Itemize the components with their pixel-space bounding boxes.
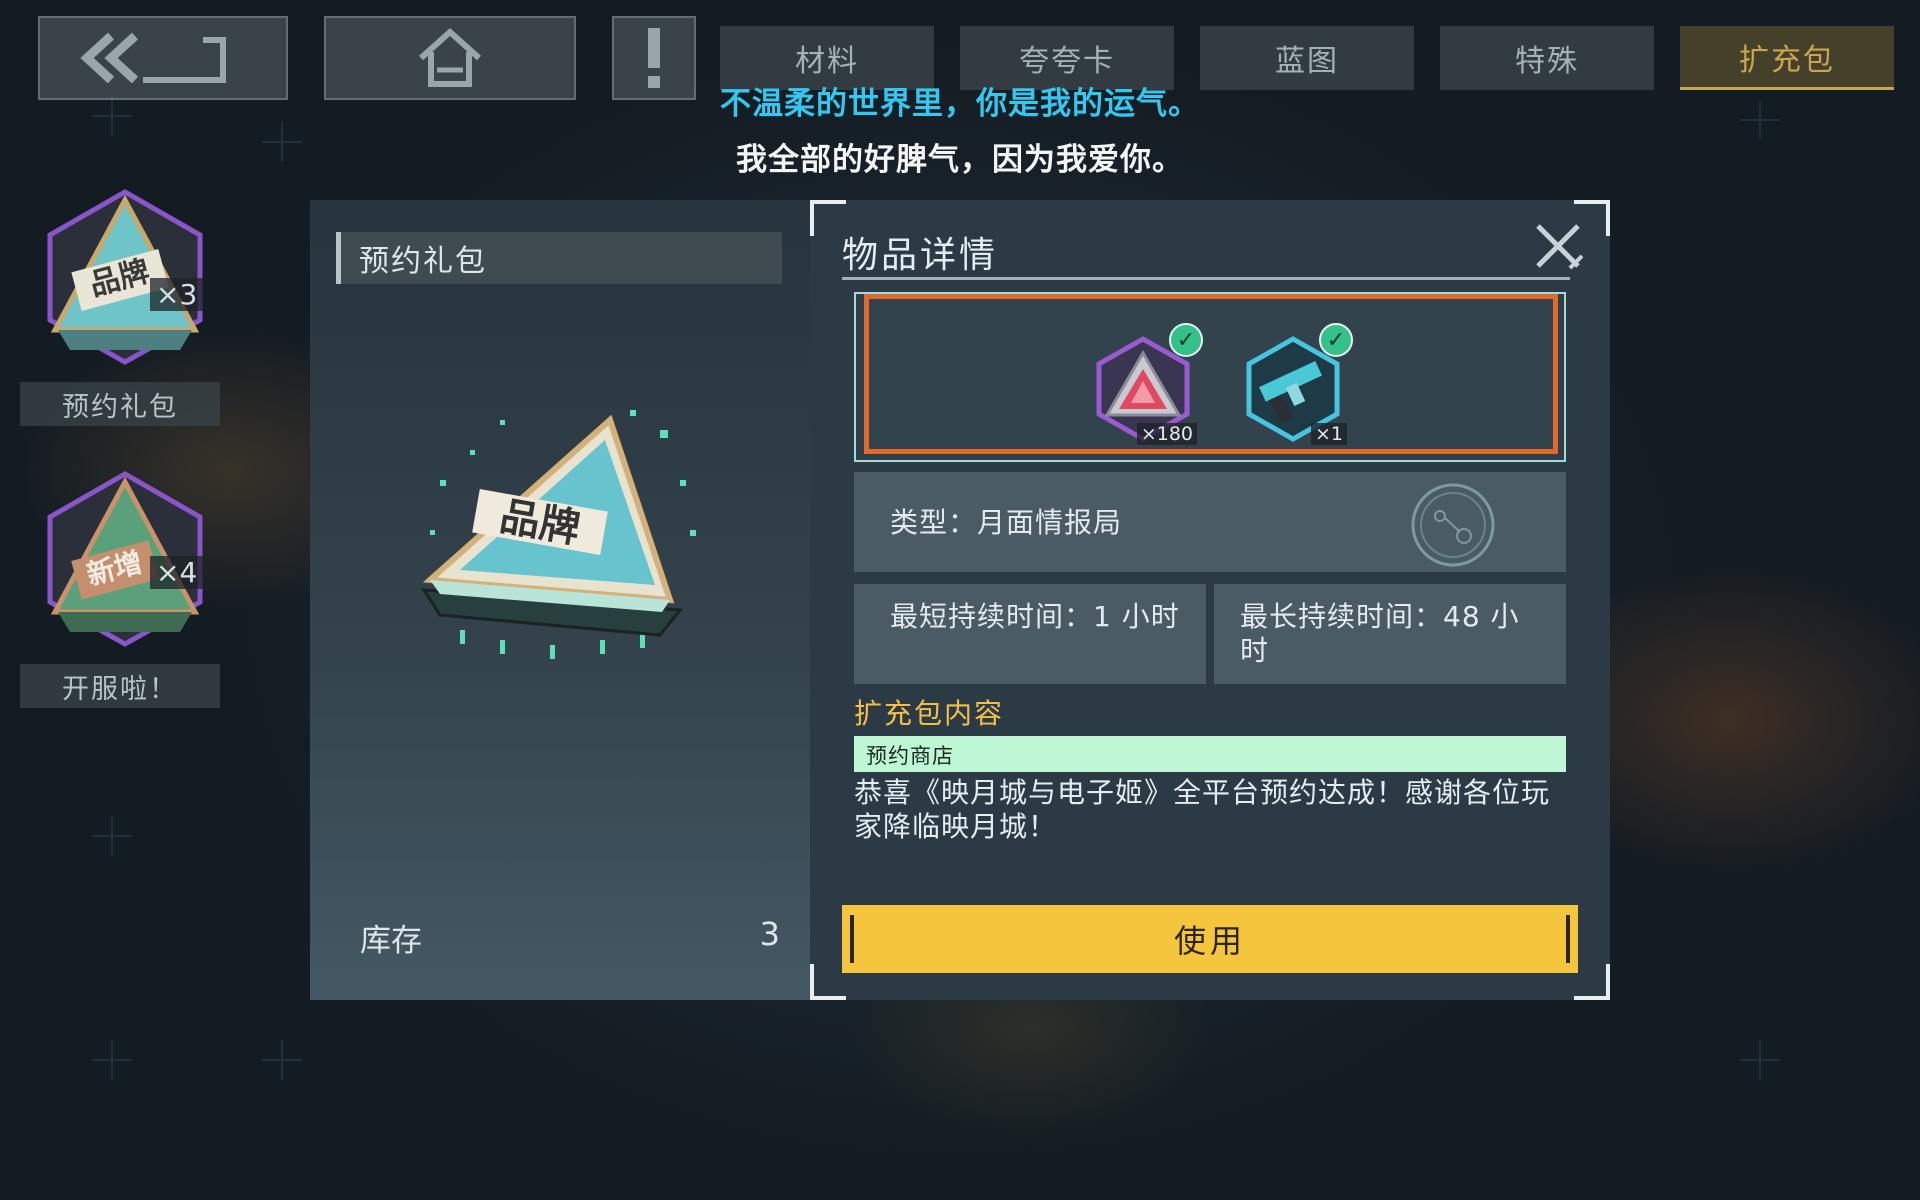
pack-contents-heading: 扩充包内容: [854, 697, 1005, 730]
min-duration-box: 最短持续时间：1 小时: [854, 584, 1206, 684]
store-label-bar: 预约商店: [854, 736, 1566, 772]
bg-cross-decoration: [262, 1040, 302, 1080]
pack-title: 预约礼包: [336, 232, 782, 284]
item-detail-panel: 物品详情 ✓ ×180 ✓ ×1 类型：月面情报局 最短持续时间：1 小时 最长…: [810, 200, 1610, 1000]
claimed-check-icon: ✓: [1319, 323, 1353, 357]
item-type-text: 类型：月面情报局: [890, 506, 1123, 539]
moon-globe-icon: [1411, 483, 1495, 567]
count-badge: ×3: [150, 278, 204, 311]
subtitle-line-2: 我全部的好脾气，因为我爱你。: [736, 142, 1184, 178]
frame-corner: [810, 200, 846, 236]
max-duration-text: 最长持续时间：48 小时: [1240, 600, 1520, 667]
list-item-label: 开服啦！: [20, 664, 220, 708]
stock-label: 库存: [360, 923, 422, 959]
reward-quantity: ×180: [1136, 423, 1197, 445]
close-icon: [1536, 224, 1584, 270]
bg-cross-decoration: [92, 1040, 132, 1080]
rewards-box: ✓ ×180 ✓ ×1: [854, 292, 1566, 462]
list-item-reservation-pack[interactable]: 品牌 ×3 预约礼包: [20, 180, 220, 430]
frame-corner: [810, 964, 846, 1000]
stock-value: 3: [759, 915, 780, 953]
item-description: 恭喜《映月城与电子姬》全平台预约达成！感谢各位玩家降临映月城！: [854, 776, 1551, 843]
subtitle-line-1: 不温柔的世界里，你是我的运气。: [720, 86, 1200, 122]
bg-cross-decoration: [1740, 1040, 1780, 1080]
reward-quantity: ×1: [1310, 423, 1347, 445]
item-type-row: 类型：月面情报局: [854, 472, 1566, 572]
list-item-label: 预约礼包: [20, 382, 220, 426]
count-badge: ×4: [150, 556, 204, 589]
reward-item-blaster[interactable]: ✓ ×1: [1233, 323, 1353, 449]
rewards-highlight: ✓ ×180 ✓ ×1: [864, 294, 1558, 454]
list-item-server-launch[interactable]: 新增 ×4 开服啦！: [20, 462, 220, 712]
max-duration-box: 最长持续时间：48 小时: [1214, 584, 1566, 684]
detail-title: 物品详情: [842, 220, 1570, 280]
frame-corner: [1574, 964, 1610, 1000]
use-button-label: 使用: [1173, 922, 1246, 960]
pack-preview-panel: 预约礼包 品牌 库存 3: [310, 200, 810, 1000]
pack-emblem-icon: 品牌: [421, 410, 696, 659]
bg-cross-decoration: [92, 816, 132, 856]
claimed-check-icon: ✓: [1169, 323, 1203, 357]
close-button[interactable]: [1530, 218, 1586, 274]
min-duration-text: 最短持续时间：1 小时: [890, 600, 1180, 633]
reward-item-crystal[interactable]: ✓ ×180: [1083, 323, 1203, 449]
use-button[interactable]: 使用: [842, 905, 1578, 973]
